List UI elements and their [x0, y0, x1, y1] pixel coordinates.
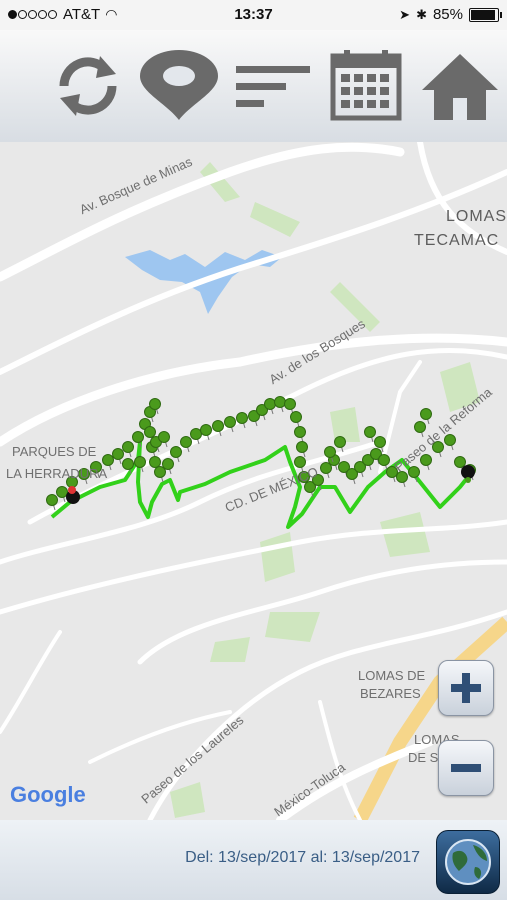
calendar-icon	[330, 50, 402, 121]
route-pin[interactable]	[170, 446, 182, 458]
route-pin[interactable]	[420, 408, 432, 420]
route-pin[interactable]	[296, 441, 308, 453]
route-pin[interactable]	[149, 398, 161, 410]
route-pin[interactable]	[454, 456, 466, 468]
route-pin[interactable]	[212, 420, 224, 432]
route-pin[interactable]	[200, 424, 212, 436]
label-bezares-2: BEZARES	[360, 686, 421, 701]
route-pin[interactable]	[112, 448, 124, 460]
route-pin[interactable]	[132, 431, 144, 443]
route-pin[interactable]	[374, 436, 386, 448]
label-parques-2: LA HERRADURA	[6, 466, 108, 481]
route-pin[interactable]	[408, 466, 420, 478]
route-pin[interactable]	[102, 454, 114, 466]
footer-bar: Del: 13/sep/2017 al: 13/sep/2017	[0, 820, 507, 900]
route-pin[interactable]	[224, 416, 236, 428]
google-logo: Google	[10, 782, 86, 807]
route-pin[interactable]	[122, 441, 134, 453]
route-pin[interactable]	[56, 486, 68, 498]
route-pin[interactable]	[180, 436, 192, 448]
battery-icon	[469, 7, 502, 22]
menu-lines-icon	[236, 66, 310, 107]
route-pin[interactable]	[324, 446, 336, 458]
route-pin[interactable]	[290, 411, 302, 423]
zoom-in-button[interactable]	[438, 660, 494, 716]
route-pin[interactable]	[274, 396, 286, 408]
toolbar	[0, 30, 507, 143]
route-pin[interactable]	[134, 456, 146, 468]
start-marker[interactable]	[66, 486, 80, 504]
label-tecamac: TECAMAC	[414, 232, 500, 249]
plus-icon	[451, 673, 481, 703]
route-pin[interactable]	[144, 426, 156, 438]
label-parques-1: PARQUES DE	[12, 444, 97, 459]
refresh-button[interactable]	[50, 48, 126, 124]
route-pin[interactable]	[236, 412, 248, 424]
route-pin[interactable]	[264, 398, 276, 410]
status-right: ➤ ✱ 85%	[399, 6, 502, 23]
label-bezares-1: LOMAS DE	[358, 668, 426, 683]
route-pin[interactable]	[284, 398, 296, 410]
route-pin[interactable]	[364, 426, 376, 438]
location-button[interactable]	[136, 48, 218, 124]
home-button[interactable]	[420, 48, 498, 124]
home-icon	[422, 54, 498, 120]
status-bar: AT&T ◠ 13:37 ➤ ✱ 85%	[0, 0, 507, 30]
route-pin[interactable]	[149, 456, 161, 468]
label-lomas-2b: DE S	[408, 750, 439, 765]
refresh-icon	[59, 56, 117, 116]
route-pin[interactable]	[294, 426, 306, 438]
zoom-out-button[interactable]	[438, 740, 494, 796]
date-range: Del: 13/sep/2017 al: 13/sep/2017	[185, 849, 420, 866]
route-pin[interactable]	[162, 458, 174, 470]
map-view[interactable]: Av. Bosque de Minas LOMAS TECAMAC Av. de…	[0, 142, 507, 820]
route-pin[interactable]	[414, 421, 426, 433]
route-pin[interactable]	[46, 494, 58, 506]
route-pin[interactable]	[122, 458, 134, 470]
route-pin[interactable]	[158, 431, 170, 443]
route-pin[interactable]	[334, 436, 346, 448]
label-lomas: LOMAS	[446, 208, 507, 225]
route-pin[interactable]	[294, 456, 306, 468]
location-arrow-icon: ➤	[399, 6, 411, 22]
globe-icon	[445, 839, 491, 885]
battery-percent: 85%	[432, 6, 463, 23]
menu-button[interactable]	[234, 48, 310, 124]
route-pin[interactable]	[190, 428, 202, 440]
globe-button[interactable]	[436, 830, 500, 894]
minus-icon	[451, 764, 481, 772]
google-attribution: Google	[10, 782, 86, 808]
route-pin[interactable]	[378, 454, 390, 466]
bluetooth-icon: ✱	[416, 6, 427, 22]
location-pin-icon	[140, 50, 218, 120]
calendar-button[interactable]	[328, 48, 404, 124]
